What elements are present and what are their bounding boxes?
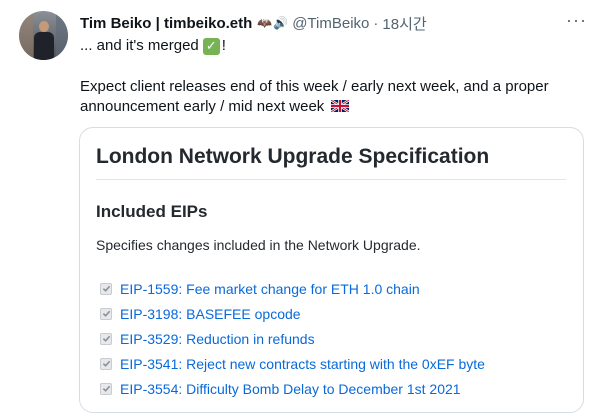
bat-emoji-icon: 🦇 xyxy=(257,16,273,30)
eip-list-item: EIP-3554: Difficulty Bomb Delay to Decem… xyxy=(100,376,485,401)
eip-list-item: EIP-1559: Fee market change for ETH 1.0 … xyxy=(100,276,485,301)
eip-list: EIP-1559: Fee market change for ETH 1.0 … xyxy=(100,276,485,401)
tweet-text-body: Expect client releases end of this week … xyxy=(80,78,549,115)
card-title-divider xyxy=(96,179,566,180)
avatar[interactable] xyxy=(19,11,68,60)
eip-link[interactable]: EIP-1559: Fee market change for ETH 1.0 … xyxy=(120,281,420,297)
eip-link[interactable]: EIP-3554: Difficulty Bomb Delay to Decem… xyxy=(120,381,461,397)
checkbox-icon xyxy=(100,357,112,370)
link-preview-card[interactable]: London Network Upgrade Specification Inc… xyxy=(79,127,584,413)
tweet-header: Tim Beiko | timbeiko.eth 🦇 🔊 @TimBeiko ·… xyxy=(80,13,427,33)
checkbox-icon xyxy=(100,332,112,345)
card-title: London Network Upgrade Specification xyxy=(96,145,490,168)
eip-list-item: EIP-3198: BASEFEE opcode xyxy=(100,301,485,326)
card-description: Specifies changes included in the Networ… xyxy=(96,237,421,253)
eip-list-item: EIP-3541: Reject new contracts starting … xyxy=(100,351,485,376)
eip-link[interactable]: EIP-3529: Reduction in refunds xyxy=(120,331,315,347)
separator-dot: · xyxy=(373,14,379,32)
checkbox-icon xyxy=(100,282,112,295)
tweet-text-end: ! xyxy=(221,37,226,54)
tweet-text-line1: ... and it's merged ✓ ! xyxy=(80,36,226,56)
eip-list-item: EIP-3529: Reduction in refunds xyxy=(100,326,485,351)
tweet-text-line2: Expect client releases end of this week … xyxy=(80,77,580,117)
eip-link[interactable]: EIP-3198: BASEFEE opcode xyxy=(120,306,301,322)
tweet-time[interactable]: 18시간 xyxy=(382,13,426,34)
uk-flag-emoji-icon xyxy=(331,100,350,112)
more-icon[interactable]: ··· xyxy=(566,10,587,31)
tweet: Tim Beiko | timbeiko.eth 🦇 🔊 @TimBeiko ·… xyxy=(0,0,600,417)
author-handle[interactable]: @TimBeiko xyxy=(292,15,369,32)
tweet-text-main: ... and it's merged xyxy=(80,37,199,54)
check-mark-emoji-icon: ✓ xyxy=(202,37,220,55)
author-name[interactable]: Tim Beiko | timbeiko.eth xyxy=(80,15,252,32)
eip-link[interactable]: EIP-3541: Reject new contracts starting … xyxy=(120,356,485,372)
checkbox-icon xyxy=(100,307,112,320)
card-section-heading: Included EIPs xyxy=(96,202,208,221)
checkbox-icon xyxy=(100,382,112,395)
speaker-emoji-icon: 🔊 xyxy=(273,16,289,30)
name-emojis: 🦇 🔊 xyxy=(257,16,288,30)
